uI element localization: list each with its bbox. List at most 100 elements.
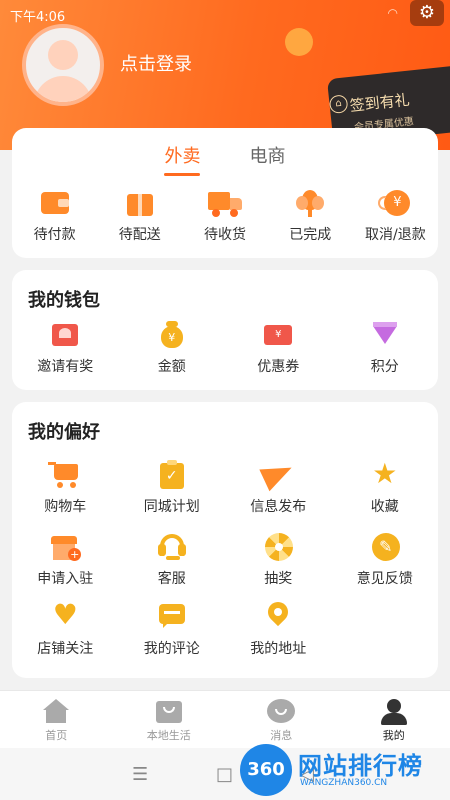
flower-icon xyxy=(293,188,327,218)
order-label: 取消/退款 xyxy=(365,227,426,243)
nav-local-life[interactable]: 本地生活 xyxy=(113,691,226,748)
wallet-row: 邀请有奖 ¥ 金额 ¥ 优惠券 积分 xyxy=(12,320,438,376)
package-icon xyxy=(123,188,157,218)
watermark-logo: 360 xyxy=(240,744,292,796)
pref-favorites[interactable]: ★ 收藏 xyxy=(332,457,439,516)
order-label: 待付款 xyxy=(33,227,76,243)
wallet-label: 优惠券 xyxy=(257,359,300,375)
login-link[interactable]: 点击登录 xyxy=(120,50,192,76)
pref-publish[interactable]: 信息发布 xyxy=(225,456,332,516)
preferences-card: 我的偏好 购物车 ✓ 同城计划 信息发布 ★ 收藏 + 申请入驻 客服 抽奖 ✎… xyxy=(12,402,438,678)
location-icon xyxy=(261,597,295,632)
pref-apply-merchant[interactable]: + 申请入驻 xyxy=(12,532,119,588)
pref-my-comments[interactable]: 我的评论 xyxy=(119,602,226,658)
wallet-card: 我的钱包 邀请有奖 ¥ 金额 ¥ 优惠券 积分 xyxy=(12,270,438,390)
nav-label: 首页 xyxy=(45,729,68,742)
pref-followed-shops[interactable]: ♥ 店铺关注 xyxy=(12,598,119,658)
coupon-icon: ¥ xyxy=(261,320,295,350)
nav-label: 本地生活 xyxy=(146,729,191,742)
order-completed[interactable]: 已完成 xyxy=(268,188,353,244)
pref-feedback[interactable]: ✎ 意见反馈 xyxy=(332,532,439,588)
pref-customer-service[interactable]: 客服 xyxy=(119,532,226,588)
wallet-title: 我的钱包 xyxy=(28,290,100,311)
pref-label: 意见反馈 xyxy=(356,571,413,587)
wheel-icon xyxy=(261,532,295,562)
wifi-icon: ◠ xyxy=(387,6,398,20)
wallet-balance[interactable]: ¥ 金额 xyxy=(119,320,226,376)
order-label: 已完成 xyxy=(289,227,332,243)
wallet-label: 邀请有奖 xyxy=(37,359,94,375)
pref-cart[interactable]: 购物车 xyxy=(12,460,119,516)
store-icon: + xyxy=(48,532,82,562)
envelope-icon xyxy=(48,320,82,350)
nav-mine[interactable]: 我的 xyxy=(338,691,450,748)
preferences-row-1: 购物车 ✓ 同城计划 信息发布 ★ 收藏 xyxy=(12,456,439,516)
diamond-icon xyxy=(368,320,402,350)
headset-icon xyxy=(155,532,189,562)
order-pending-payment[interactable]: 待付款 xyxy=(12,188,97,244)
avatar-head xyxy=(48,40,78,70)
watermark-url: WANGZHAN360.CN xyxy=(300,778,388,788)
person-icon xyxy=(379,699,409,725)
avatar[interactable] xyxy=(22,24,104,106)
order-pending-receipt[interactable]: 待收货 xyxy=(182,188,267,244)
wallet-label: 金额 xyxy=(157,359,186,375)
tab-takeout[interactable]: 外卖 xyxy=(164,142,201,176)
paper-plane-icon xyxy=(259,456,297,492)
chat-icon xyxy=(266,699,296,725)
menu-icon[interactable]: ☰ xyxy=(132,764,148,785)
order-label: 待配送 xyxy=(118,227,161,243)
home-square-icon[interactable]: □ xyxy=(216,764,233,785)
preferences-row-2: + 申请入驻 客服 抽奖 ✎ 意见反馈 xyxy=(12,532,438,588)
avatar-body xyxy=(34,76,92,102)
yen-coin-icon: ¥ xyxy=(378,188,412,218)
bag-icon xyxy=(154,699,184,725)
pref-label: 我的地址 xyxy=(250,641,307,657)
order-label: 待收货 xyxy=(204,227,246,243)
status-time: 下午4:06 xyxy=(10,10,66,25)
pref-lottery[interactable]: 抽奖 xyxy=(225,532,332,588)
preferences-row-3: ♥ 店铺关注 我的评论 我的地址 xyxy=(12,597,332,658)
pref-label: 抽奖 xyxy=(264,571,293,587)
wallet-label: 积分 xyxy=(370,359,399,375)
comment-icon xyxy=(155,602,189,632)
pref-my-address[interactable]: 我的地址 xyxy=(225,597,332,658)
bottom-nav: 首页 本地生活 消息 我的 xyxy=(0,690,450,748)
nav-messages[interactable]: 消息 xyxy=(225,691,338,748)
watermark: 360 网站排行榜 WANGZHAN360.CN xyxy=(240,742,450,800)
watermark-name: 网站排行榜 xyxy=(298,752,423,780)
truck-icon xyxy=(208,188,242,218)
home-icon xyxy=(41,699,71,725)
pref-label: 购物车 xyxy=(44,499,87,515)
pref-city-plan[interactable]: ✓ 同城计划 xyxy=(119,460,226,516)
cart-icon xyxy=(48,460,82,490)
orders-card: 外卖 电商 待付款 待配送 待收货 已完成 ¥ 取消/退款 xyxy=(12,128,438,258)
star-icon: ★ xyxy=(372,457,398,490)
order-tabs: 外卖 电商 xyxy=(12,142,438,176)
nav-label: 我的 xyxy=(382,729,405,742)
clipboard-icon: ✓ xyxy=(155,460,189,490)
nav-home[interactable]: 首页 xyxy=(0,691,113,748)
order-cancel-refund[interactable]: ¥ 取消/退款 xyxy=(353,188,438,244)
pref-label: 收藏 xyxy=(370,499,399,515)
pref-label: 同城计划 xyxy=(143,499,200,515)
gift-icon: ⌂ xyxy=(328,94,349,115)
tab-ecommerce[interactable]: 电商 xyxy=(250,142,286,176)
pref-label: 信息发布 xyxy=(250,499,307,515)
wallet-invite[interactable]: 邀请有奖 xyxy=(12,320,119,376)
pencil-icon: ✎ xyxy=(368,532,402,562)
pref-label: 我的评论 xyxy=(143,641,200,657)
pref-label: 店铺关注 xyxy=(37,641,94,657)
preferences-title: 我的偏好 xyxy=(28,422,100,443)
heart-icon: ♥ xyxy=(52,598,78,631)
checkin-title: 签到有礼 xyxy=(348,90,411,115)
order-status-row: 待付款 待配送 待收货 已完成 ¥ 取消/退款 xyxy=(12,188,438,244)
order-pending-delivery[interactable]: 待配送 xyxy=(97,188,182,244)
nav-label: 消息 xyxy=(270,729,293,742)
pref-label: 客服 xyxy=(157,571,186,587)
settings-gear-icon[interactable]: ⚙ xyxy=(410,0,444,26)
wallet-coupon[interactable]: ¥ 优惠券 xyxy=(225,320,332,376)
wallet-points[interactable]: 积分 xyxy=(332,320,439,376)
money-bag-icon: ¥ xyxy=(155,320,189,350)
wallet-icon xyxy=(38,188,72,218)
